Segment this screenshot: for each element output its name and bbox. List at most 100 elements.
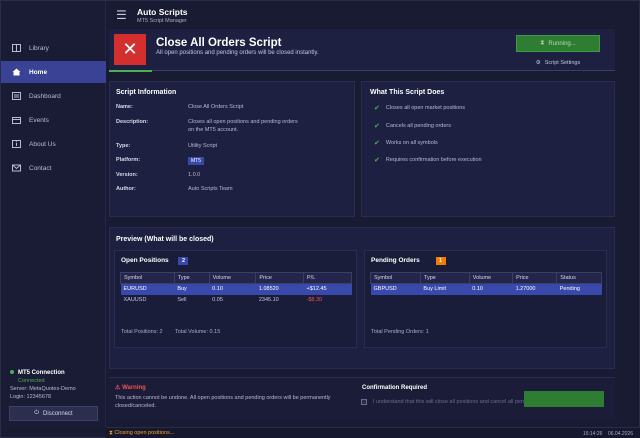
sidebar-item-label: Events (29, 116, 49, 124)
execute-button[interactable] (524, 391, 604, 407)
login-value: 12345678 (26, 394, 52, 400)
server-value: MetaQuotes-Demo (29, 386, 76, 392)
column-header[interactable]: Volume (208, 272, 257, 284)
sidebar-item-label: Contact (29, 164, 52, 172)
column-header[interactable]: P/L (303, 272, 352, 284)
column-header[interactable]: Symbol (370, 272, 421, 284)
power-icon: ⏻ (34, 410, 40, 416)
open-positions-header: Open Positions 2 (121, 257, 189, 265)
sidebar-item-about-us[interactable]: About Us (1, 133, 106, 155)
status-time: 16:14:26 (582, 431, 603, 437)
sidebar-item-dashboard[interactable]: Dashboard (1, 85, 106, 107)
hourglass-icon: ⧗ (540, 40, 545, 46)
cell-volume: 0.10 (209, 283, 256, 295)
confirmation-checkbox[interactable] (361, 399, 367, 405)
open-positions-count-badge: 2 (178, 257, 189, 265)
warning-text: This action cannot be undone. All open p… (115, 395, 331, 409)
column-header[interactable]: Price (512, 272, 558, 284)
feature-label: Cancels all pending orders (385, 123, 451, 129)
sidebar-item-library[interactable]: Library (1, 37, 106, 59)
status-message-text: Closing open positions... (114, 430, 175, 436)
pending-orders-header: Pending Orders 1 (371, 257, 446, 265)
platform-badge: MT5 (188, 157, 204, 165)
hourglass-icon: ⧗ (109, 430, 113, 436)
menu-icon[interactable]: ☰ (116, 8, 127, 22)
feature-item: ✔ Works on all symbols (374, 139, 438, 147)
cell-volume: 0.10 (469, 283, 513, 295)
app-subtitle: MT5 Script Manager (137, 18, 187, 24)
what-script-does-panel: What This Script Does ✔ Closes all open m… (361, 81, 615, 217)
script-subtitle: All open positions and pending orders wi… (156, 50, 319, 56)
cell-pl: +$12.45 (303, 283, 352, 295)
cell-type: Sell (177, 297, 187, 303)
cell-pl: -$8.30 (306, 297, 323, 303)
check-icon: ✔ (374, 123, 380, 130)
open-positions-panel: Open Positions 2 Symbol Type Volume Pric… (114, 250, 357, 348)
total-positions: Total Positions: 2 (121, 329, 163, 335)
sidebar-item-label: Home (29, 68, 48, 76)
script-title: Close All Orders Script (156, 37, 282, 49)
cell-symbol: XAUUSD (123, 297, 147, 303)
running-button[interactable]: ⧗ Running... (516, 35, 600, 52)
events-icon (12, 116, 21, 124)
connection-status: Connected (18, 378, 45, 384)
table-row[interactable]: XAUUSD Sell 0.05 2345.10 -$8.30 (121, 295, 352, 306)
info-key-author: Author: (116, 186, 136, 192)
feature-item: ✔ Closes all open market positions (374, 104, 465, 112)
cell-price: 1.08520 (255, 283, 304, 295)
check-icon: ✔ (374, 157, 380, 164)
pending-orders-table: Symbol Type Volume Price Status GBPUSD B… (370, 272, 602, 295)
sidebar-nav: Library Home Dashboard Events About Us C… (1, 37, 106, 181)
sidebar-item-home[interactable]: Home (1, 61, 106, 83)
header-accent-line (109, 70, 152, 72)
script-header: ✕ Close All Orders Script All open posit… (109, 29, 615, 72)
column-header[interactable]: Volume (468, 272, 514, 284)
running-label: Running... (548, 40, 576, 47)
status-bar: ⧗ Closing open positions... 16:14:26 06.… (106, 427, 640, 438)
sidebar-item-contact[interactable]: Contact (1, 157, 106, 179)
disconnect-label: Disconnect (43, 410, 73, 417)
script-settings-button[interactable]: ⚙ Script Settings (516, 56, 600, 69)
cell-status: Pending (556, 283, 602, 295)
cell-price: 1.27000 (512, 283, 557, 295)
feature-item: ✔ Requires confirmation before execution (374, 156, 482, 164)
table-row[interactable]: GBPUSD Buy Limit 0.10 1.27000 Pending (370, 283, 602, 295)
home-icon (12, 68, 21, 76)
total-volume: Total Volume: 0.15 (175, 329, 221, 335)
pending-orders-count-badge: 1 (435, 257, 446, 265)
column-header[interactable]: Status (556, 272, 602, 284)
warning-section: ⚠ Warning This action cannot be undone. … (109, 377, 615, 421)
disconnect-button[interactable]: ⏻ Disconnect (9, 406, 98, 421)
table-row[interactable]: EURUSD Buy 0.10 1.08520 +$12.45 (120, 283, 352, 295)
sidebar-item-label: Dashboard (29, 92, 61, 100)
info-value-name: Close All Orders Script (188, 104, 244, 110)
connection-title: MT5 Connection (18, 370, 65, 376)
info-key-version: Version: (116, 172, 138, 178)
table-header-row: Symbol Type Volume Price Status (370, 272, 602, 284)
column-header[interactable]: Type (173, 272, 210, 284)
app-title: Auto Scripts (137, 7, 188, 17)
feature-label: Works on all symbols (385, 140, 438, 146)
column-header[interactable]: Type (419, 272, 470, 284)
script-information-panel: Script Information Name: Close All Order… (109, 81, 355, 217)
pending-orders-panel: Pending Orders 1 Symbol Type Volume Pric… (364, 250, 607, 348)
connection-status-dot (10, 370, 14, 374)
cell-symbol: GBPUSD (370, 283, 421, 295)
column-header[interactable]: Price (255, 272, 305, 284)
feature-label: Closes all open market positions (385, 105, 466, 111)
info-value-version: 1.0.0 (188, 172, 201, 178)
cell-symbol: EURUSD (120, 283, 175, 295)
panel-title: Script Information (116, 89, 177, 96)
script-settings-label: Script Settings (544, 59, 581, 66)
info-key-type: Type: (116, 143, 131, 149)
cell-volume: 0.05 (212, 297, 223, 303)
open-positions-table: Symbol Type Volume Price P/L EURUSD Buy … (120, 272, 352, 306)
sidebar-item-events[interactable]: Events (1, 109, 106, 131)
status-datetime: 16:14:26 06.04.2026 (583, 431, 633, 437)
server-label: Server: (10, 386, 28, 392)
cell-price: 2345.10 (258, 297, 279, 303)
confirmation-title: Confirmation Required (362, 385, 428, 391)
status-message: ⧗ Closing open positions... (109, 430, 174, 437)
sidebar-item-label: Library (29, 44, 49, 52)
column-header[interactable]: Symbol (120, 272, 175, 284)
